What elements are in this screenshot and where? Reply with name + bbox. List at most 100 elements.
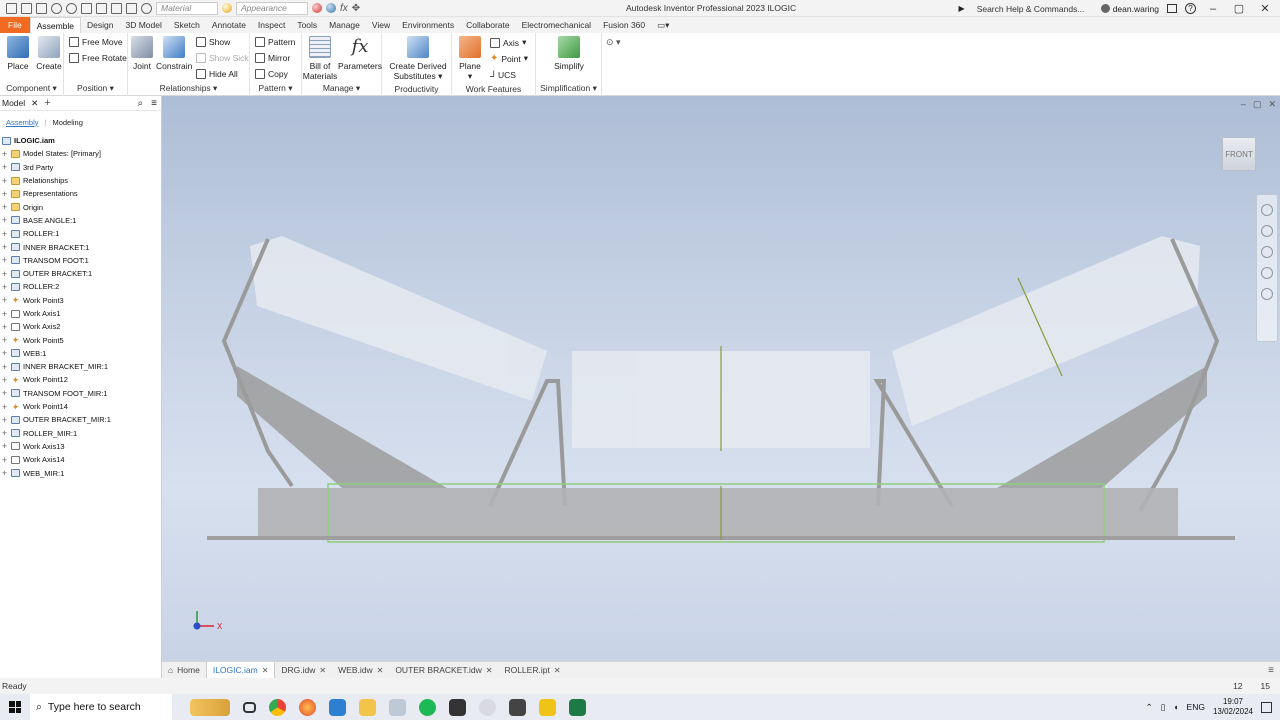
expand-icon[interactable]: +	[0, 215, 9, 225]
viewcube[interactable]: FRONT	[1222, 137, 1256, 171]
expand-icon[interactable]: +	[0, 255, 9, 265]
create-derived-substitutes-button[interactable]: Create Derived Substitutes ▾	[386, 36, 450, 81]
tree-node[interactable]: + ✦ Work Point5	[0, 333, 161, 346]
redo-icon[interactable]	[66, 2, 77, 14]
expand-icon[interactable]: +	[0, 362, 9, 372]
inventor-icon[interactable]	[539, 698, 556, 716]
ribbon-options-icon[interactable]: ▭▾	[651, 17, 675, 33]
tree-node[interactable]: + TRANSOM FOOT_MIR:1	[0, 387, 161, 400]
close-icon[interactable]: ✕	[319, 666, 326, 675]
tree-node[interactable]: + Representations	[0, 187, 161, 200]
free-rotate-button[interactable]: Free Rotate	[69, 53, 127, 63]
place-button[interactable]: Place	[5, 36, 31, 71]
tree-node[interactable]: + TRANSOM FOOT:1	[0, 254, 161, 267]
expand-icon[interactable]: +	[0, 388, 9, 398]
tab-3d-model[interactable]: 3D Model	[120, 17, 168, 33]
copy-button[interactable]: Copy	[255, 69, 288, 79]
chevron-right-icon[interactable]: ▶	[959, 4, 965, 13]
expand-icon[interactable]: +	[0, 229, 9, 239]
doc-tabs-menu-icon[interactable]: ≡	[1268, 665, 1274, 676]
minimize-button[interactable]: –	[1204, 3, 1222, 15]
close-button[interactable]: ✕	[1256, 2, 1274, 15]
tree-node[interactable]: +3rd Party	[0, 161, 161, 174]
browser-title[interactable]: Model	[2, 98, 25, 108]
measure-icon[interactable]	[126, 2, 137, 14]
graphics-viewport[interactable]: – ▢ ✕ X FRONT	[162, 96, 1280, 661]
panel-label-simplification[interactable]: Simplification ▾	[536, 83, 601, 94]
parameters-button[interactable]: fx Parameters	[338, 36, 382, 71]
photos-icon[interactable]	[389, 698, 406, 716]
tab-sketch[interactable]: Sketch	[168, 17, 206, 33]
simplify-button[interactable]: Simplify	[554, 36, 584, 71]
browser-close-icon[interactable]: ✕	[31, 98, 38, 109]
expand-icon[interactable]: +	[0, 309, 9, 319]
panel-label-component[interactable]: Component ▾	[0, 83, 63, 94]
ribbon-extra-dropdown[interactable]: ⊙ ▾	[606, 37, 621, 48]
update-icon[interactable]	[96, 2, 107, 14]
volume-icon[interactable]: ◖	[1173, 702, 1178, 712]
notification-icon[interactable]	[1261, 701, 1272, 713]
expand-icon[interactable]: +	[0, 455, 9, 465]
plus-icon[interactable]: ✥	[352, 3, 360, 14]
tree-node[interactable]: + Work Axis2	[0, 320, 161, 333]
tab-annotate[interactable]: Annotate	[206, 17, 252, 33]
doc-tab-ilogic[interactable]: ILOGIC.iam ✕	[205, 661, 276, 679]
tab-file[interactable]: File	[0, 17, 30, 33]
expand-icon[interactable]: +	[0, 269, 9, 279]
zoom-icon[interactable]	[1261, 246, 1273, 258]
taskbar-search[interactable]: ⌕ Type here to search	[30, 694, 172, 720]
user-menu[interactable]: dean.waring	[1100, 4, 1159, 14]
close-icon[interactable]: ✕	[486, 666, 493, 675]
tree-node[interactable]: + ROLLER:1	[0, 227, 161, 240]
subtab-modeling[interactable]: Modeling	[52, 118, 82, 127]
expand-icon[interactable]: +	[0, 242, 9, 252]
plane-button[interactable]: Plane ▾	[456, 36, 484, 81]
help-icon[interactable]: ?	[1185, 3, 1196, 14]
appearance-combo[interactable]: Appearance	[236, 1, 308, 15]
doc-tab-outer-bracket[interactable]: OUTER BRACKET.idw ✕	[389, 662, 498, 679]
expand-icon[interactable]: +	[0, 162, 9, 172]
expand-icon[interactable]: +	[0, 415, 9, 425]
fx-icon[interactable]: fx	[340, 3, 348, 14]
material-icon[interactable]	[141, 2, 152, 14]
joint-button[interactable]: Joint	[131, 36, 153, 71]
mail-icon[interactable]	[329, 698, 346, 716]
point-button[interactable]: ✦ Point ▾	[490, 53, 528, 64]
tree-node[interactable]: + WEB_MIR:1	[0, 466, 161, 479]
language-indicator[interactable]: ENG	[1187, 702, 1205, 712]
tree-node[interactable]: + Work Axis13	[0, 440, 161, 453]
home-icon[interactable]	[81, 2, 92, 14]
tree-node[interactable]: + Work Axis1	[0, 307, 161, 320]
expand-icon[interactable]: +	[0, 202, 9, 212]
expand-icon[interactable]: +	[0, 282, 9, 292]
undo-icon[interactable]	[51, 2, 62, 14]
orbit-icon[interactable]	[1261, 267, 1273, 279]
tab-environments[interactable]: Environments	[396, 17, 460, 33]
tree-root[interactable]: ILOGIC.iam	[0, 134, 161, 147]
excel-icon[interactable]	[569, 698, 586, 716]
free-move-button[interactable]: Free Move	[69, 37, 123, 47]
tab-fusion-360[interactable]: Fusion 360	[597, 17, 651, 33]
tab-collaborate[interactable]: Collaborate	[460, 17, 515, 33]
chrome-icon[interactable]	[269, 698, 286, 716]
cart-icon[interactable]	[1167, 4, 1177, 13]
steering-wheel-icon[interactable]	[1261, 204, 1273, 216]
subtab-assembly[interactable]: Assembly	[6, 118, 39, 127]
expand-icon[interactable]: +	[0, 322, 9, 332]
file-explorer-icon[interactable]	[359, 698, 376, 716]
bill-of-materials-button[interactable]: Bill of Materials	[302, 36, 338, 81]
hide-all-button[interactable]: Hide All	[196, 69, 238, 79]
tab-design[interactable]: Design	[81, 17, 119, 33]
expand-icon[interactable]: +	[0, 348, 9, 358]
clock[interactable]: 19:07 13/02/2024	[1213, 697, 1253, 717]
expand-icon[interactable]: +	[0, 149, 9, 159]
snipping-icon[interactable]	[479, 698, 496, 716]
expand-icon[interactable]: +	[0, 189, 9, 199]
expand-icon[interactable]: +	[0, 176, 9, 186]
widgets-icon[interactable]	[190, 698, 230, 716]
tab-tools[interactable]: Tools	[291, 17, 323, 33]
constrain-button[interactable]: Constrain	[156, 36, 192, 71]
chevron-up-icon[interactable]: ⌃	[1146, 702, 1153, 713]
firefox-icon[interactable]	[299, 698, 316, 716]
new-file-icon[interactable]	[6, 2, 17, 14]
